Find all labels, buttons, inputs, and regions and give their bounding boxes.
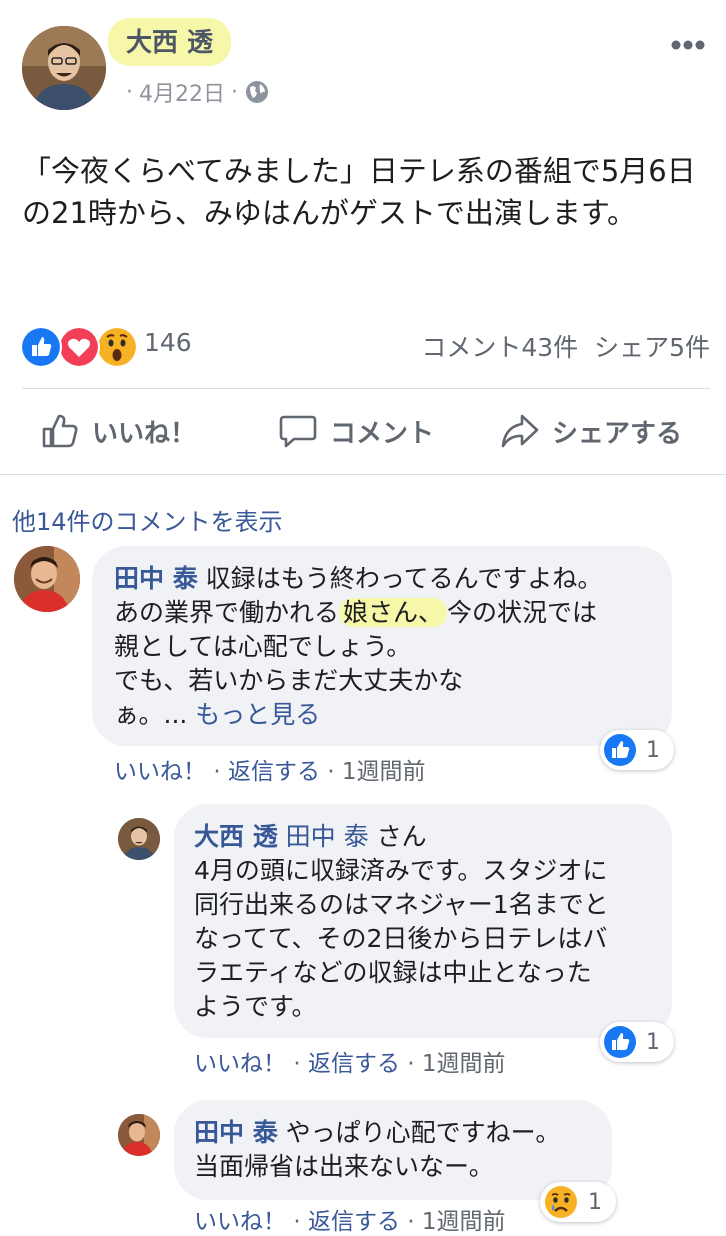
share-button-label: シェアする bbox=[552, 418, 683, 449]
post-meta: · 4月22日 · bbox=[126, 76, 270, 108]
comment-bubble: 田中 泰 収録はもう終わってるんですよね。 あの業界で働かれる 娘さん、 今の状況で… bbox=[92, 546, 672, 746]
reaction-count: 1 bbox=[646, 737, 660, 763]
comment-text: 収録はもう終わってるんですよね。 bbox=[205, 564, 603, 593]
comment-text: 親としては心配でしょう。 bbox=[114, 632, 412, 661]
post-author-name[interactable]: 大西 透 bbox=[108, 18, 232, 66]
comment-text: 同行出来るのはマネジャー1名までと bbox=[194, 890, 609, 919]
comment-actions: いいね！ · 返信する · 1週間前 bbox=[114, 752, 426, 786]
comment-text: やっぱり心配ですねー。 bbox=[285, 1118, 561, 1147]
reaction-count: 1 bbox=[588, 1189, 602, 1215]
comment-like-link[interactable]: いいね！ bbox=[194, 1209, 286, 1235]
comment-line: あの業界で働かれる 娘さん、 今の状況では bbox=[114, 596, 672, 630]
comment-time[interactable]: 1週間前 bbox=[422, 1051, 506, 1077]
comment-like-link[interactable]: いいね！ bbox=[114, 759, 206, 785]
globe-icon bbox=[246, 81, 268, 103]
reaction-count: 1 bbox=[646, 1029, 660, 1055]
comment-line: 大西 透 田中 泰 さん bbox=[194, 820, 672, 854]
comment-reply-link[interactable]: 返信する bbox=[228, 759, 320, 785]
share-button[interactable]: シェアする bbox=[500, 408, 682, 454]
comment-line: 田中 泰 やっぱり心配ですねー。 bbox=[194, 1116, 612, 1150]
comment-text: 4月の頭に収録済みです。スタジオに bbox=[194, 856, 608, 885]
comment-reaction-badge[interactable]: 1 bbox=[600, 1022, 674, 1062]
comment-button[interactable]: コメント bbox=[278, 408, 434, 454]
comment-reaction-badge[interactable]: 1 bbox=[600, 730, 674, 770]
post-date[interactable]: 4月22日 bbox=[139, 76, 225, 108]
comment-text: さん bbox=[376, 822, 427, 851]
post-text-line: の21時から、みゆはんがゲストで出演します。 bbox=[22, 196, 637, 230]
mention-link[interactable]: 田中 泰 bbox=[286, 822, 369, 851]
comment-text: あの業界で働かれる bbox=[114, 598, 340, 627]
like-button-label: いいね！ bbox=[92, 418, 197, 449]
like-button[interactable]: いいね！ bbox=[40, 408, 196, 454]
divider bbox=[22, 388, 710, 389]
commenter-avatar[interactable] bbox=[118, 1114, 160, 1156]
comment-author[interactable]: 大西 透 bbox=[194, 822, 278, 851]
highlighted-text: 娘さん、 bbox=[339, 598, 448, 627]
sad-reaction-icon bbox=[545, 1186, 577, 1218]
meta-dot: · bbox=[126, 79, 133, 105]
comment-like-link[interactable]: いいね！ bbox=[194, 1051, 286, 1077]
comment-line: 田中 泰 収録はもう終わってるんですよね。 bbox=[114, 562, 672, 596]
reaction-count[interactable]: 146 bbox=[144, 328, 192, 357]
divider bbox=[0, 474, 726, 475]
comment-line: ぁ。... もっと見る bbox=[114, 698, 672, 732]
comment-text: ラエティなどの収録は中止となった bbox=[194, 958, 592, 987]
comment-button-label: コメント bbox=[330, 418, 435, 449]
see-more-link[interactable]: もっと見る bbox=[195, 700, 320, 729]
commenter-avatar[interactable] bbox=[14, 546, 80, 612]
view-more-comments-link[interactable]: 他14件のコメントを表示 bbox=[12, 502, 283, 537]
post-text-line: 「今夜くらべてみました」日テレ系の番組で5月6日 bbox=[22, 154, 696, 188]
thumbs-up-icon bbox=[42, 414, 78, 448]
like-reaction-icon bbox=[604, 734, 636, 766]
meta-dot: · bbox=[231, 79, 238, 105]
meta-dot: · bbox=[407, 1051, 415, 1077]
comment-reply-link[interactable]: 返信する bbox=[308, 1209, 400, 1235]
comment-reaction-badge[interactable]: 1 bbox=[540, 1182, 616, 1222]
comment-text: なってて、その2日後から日テレはバ bbox=[194, 924, 608, 953]
comment-share-count[interactable]: コメント43件 シェア5件 bbox=[421, 328, 710, 364]
meta-dot: · bbox=[213, 759, 221, 785]
comment-author[interactable]: 田中 泰 bbox=[194, 1118, 278, 1147]
comment-icon bbox=[279, 415, 317, 448]
comment-time[interactable]: 1週間前 bbox=[422, 1209, 506, 1235]
comment-text: 今の状況では bbox=[447, 598, 598, 627]
love-reaction-icon[interactable] bbox=[58, 326, 100, 368]
meta-dot: · bbox=[327, 759, 335, 785]
comment-text: ぁ。... bbox=[114, 700, 188, 729]
meta-dot: · bbox=[293, 1051, 301, 1077]
comment-text: でも、若いからまだ大丈夫かな bbox=[114, 666, 464, 695]
commenter-avatar[interactable] bbox=[118, 818, 160, 860]
comment-text: ようです。 bbox=[194, 992, 317, 1021]
share-icon bbox=[501, 414, 539, 448]
like-reaction-icon[interactable] bbox=[20, 326, 62, 368]
comment-author[interactable]: 田中 泰 bbox=[114, 564, 198, 593]
meta-dot: · bbox=[293, 1209, 301, 1235]
wow-reaction-icon[interactable] bbox=[96, 326, 138, 368]
more-icon[interactable] bbox=[664, 30, 712, 60]
comment-actions: いいね！ · 返信する · 1週間前 bbox=[194, 1044, 506, 1078]
post-text: 「今夜くらべてみました」日テレ系の番組で5月6日 の21時から、みゆはんがゲスト… bbox=[22, 150, 712, 234]
comment-time[interactable]: 1週間前 bbox=[342, 759, 426, 785]
comment-bubble: 大西 透 田中 泰 さん 4月の頭に収録済みです。スタジオに 同行出来るのはマネ… bbox=[174, 804, 672, 1038]
comment-reply-link[interactable]: 返信する bbox=[308, 1051, 400, 1077]
comment-text: 当面帰省は出来ないなー。 bbox=[194, 1152, 494, 1181]
comment-actions: いいね！ · 返信する · 1週間前 bbox=[194, 1202, 506, 1236]
author-avatar[interactable] bbox=[22, 26, 106, 110]
like-reaction-icon bbox=[604, 1026, 636, 1058]
meta-dot: · bbox=[407, 1209, 415, 1235]
